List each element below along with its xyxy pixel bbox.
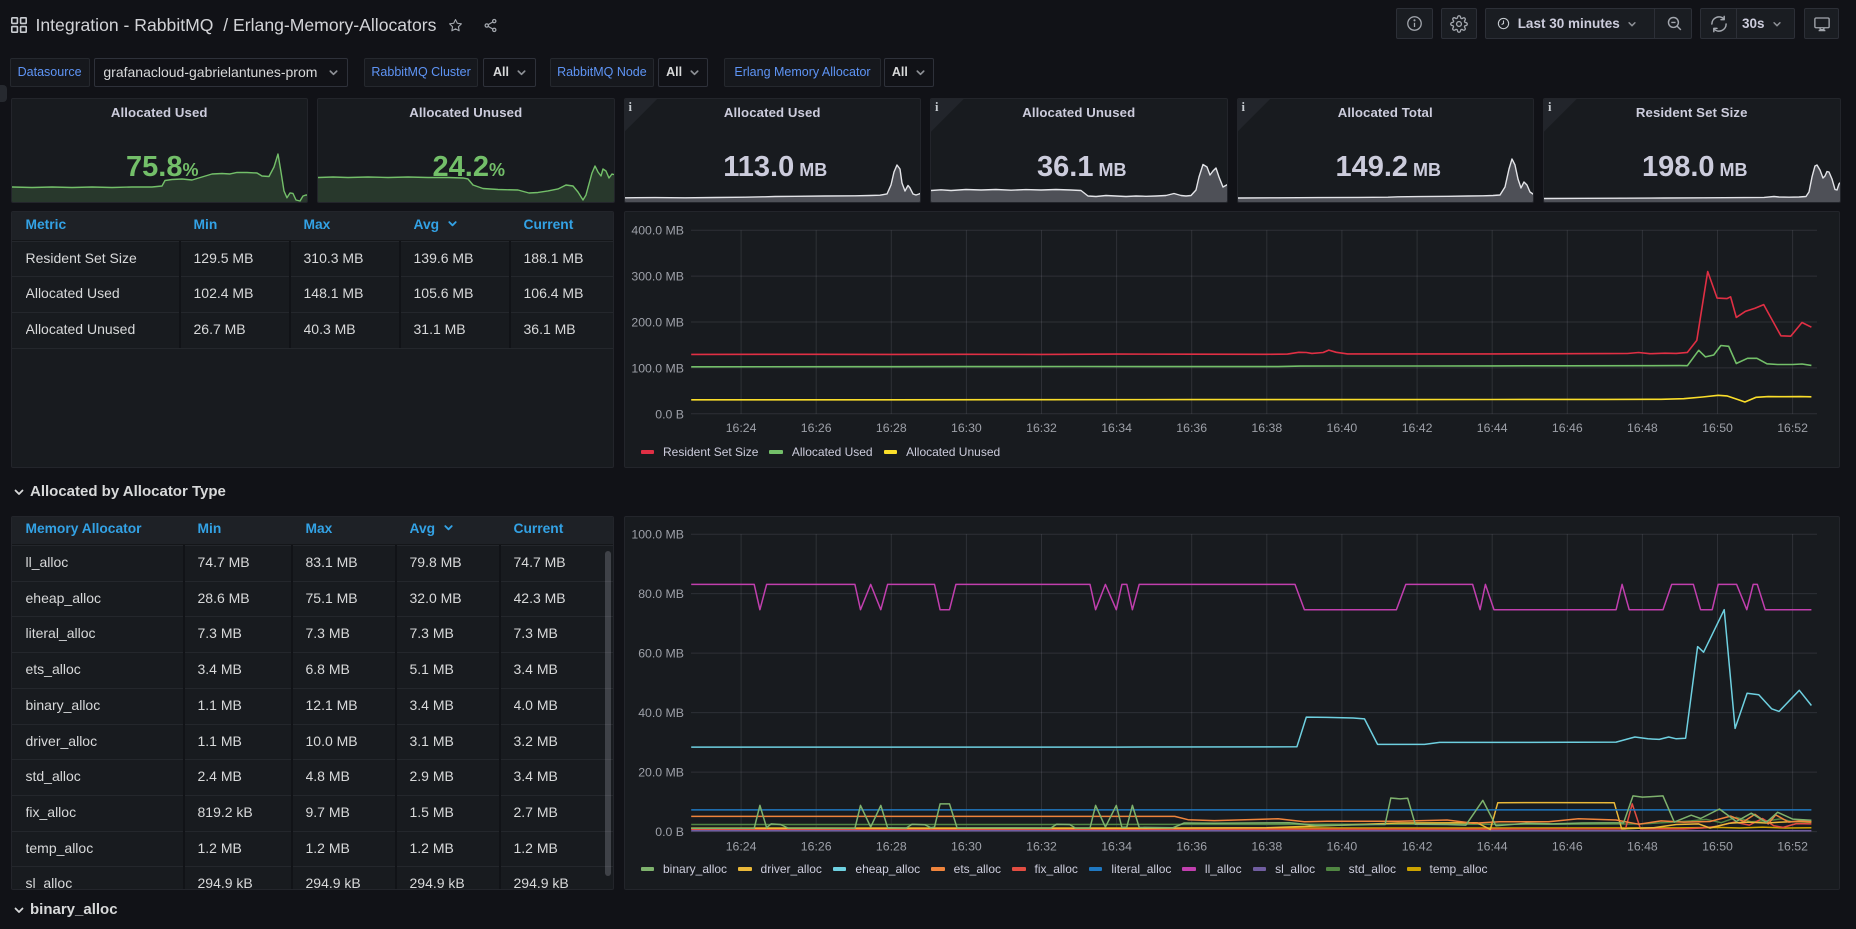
svg-text:16:40: 16:40 [1326, 839, 1357, 853]
svg-text:16:40: 16:40 [1326, 421, 1357, 435]
svg-text:16:46: 16:46 [1551, 421, 1582, 435]
svg-text:16:34: 16:34 [1101, 421, 1132, 435]
svg-text:100.0 MB: 100.0 MB [631, 361, 684, 375]
svg-text:16:36: 16:36 [1176, 421, 1207, 435]
svg-text:16:52: 16:52 [1777, 839, 1808, 853]
svg-text:16:32: 16:32 [1026, 421, 1057, 435]
svg-text:16:24: 16:24 [725, 421, 756, 435]
svg-text:16:50: 16:50 [1702, 421, 1733, 435]
svg-text:16:32: 16:32 [1026, 839, 1057, 853]
svg-text:16:30: 16:30 [951, 839, 982, 853]
svg-text:60.0 MB: 60.0 MB [638, 646, 684, 660]
svg-text:16:50: 16:50 [1702, 839, 1733, 853]
svg-text:16:44: 16:44 [1476, 421, 1507, 435]
svg-text:16:34: 16:34 [1101, 839, 1132, 853]
svg-text:0.0 B: 0.0 B [655, 825, 684, 839]
svg-text:40.0 MB: 40.0 MB [638, 706, 684, 720]
svg-text:16:28: 16:28 [875, 839, 906, 853]
svg-text:16:26: 16:26 [800, 421, 831, 435]
svg-text:400.0 MB: 400.0 MB [631, 223, 684, 237]
svg-text:16:48: 16:48 [1627, 839, 1658, 853]
svg-text:16:38: 16:38 [1251, 839, 1282, 853]
svg-text:16:38: 16:38 [1251, 421, 1282, 435]
svg-text:16:24: 16:24 [725, 839, 756, 853]
svg-text:16:36: 16:36 [1176, 839, 1207, 853]
svg-text:200.0 MB: 200.0 MB [631, 315, 684, 329]
svg-text:16:52: 16:52 [1777, 421, 1808, 435]
svg-text:16:48: 16:48 [1627, 421, 1658, 435]
svg-text:16:46: 16:46 [1551, 839, 1582, 853]
svg-text:16:42: 16:42 [1401, 421, 1432, 435]
svg-text:300.0 MB: 300.0 MB [631, 269, 684, 283]
svg-text:16:42: 16:42 [1401, 839, 1432, 853]
svg-text:100.0 MB: 100.0 MB [631, 527, 684, 541]
svg-text:16:28: 16:28 [875, 421, 906, 435]
svg-text:16:26: 16:26 [800, 839, 831, 853]
svg-text:16:30: 16:30 [951, 421, 982, 435]
svg-text:16:44: 16:44 [1476, 839, 1507, 853]
svg-text:0.0 B: 0.0 B [655, 407, 684, 421]
svg-text:20.0 MB: 20.0 MB [638, 765, 684, 779]
svg-text:80.0 MB: 80.0 MB [638, 587, 684, 601]
